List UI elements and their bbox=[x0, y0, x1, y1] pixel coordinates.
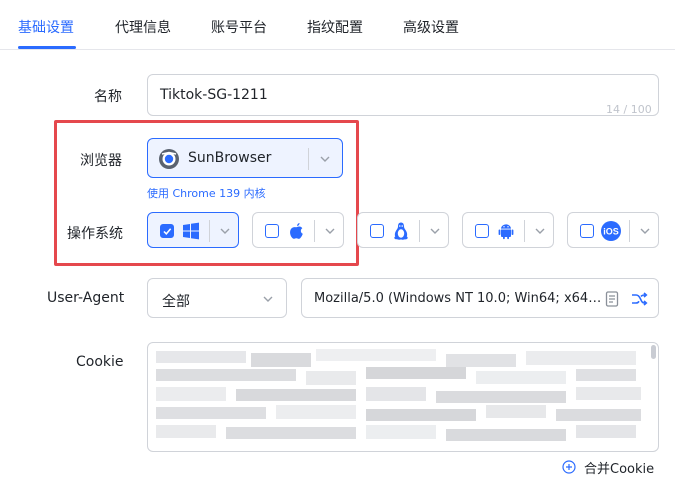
apple-icon bbox=[290, 223, 303, 239]
option-divider bbox=[629, 220, 630, 242]
name-input-value: Tiktok-SG-1211 bbox=[160, 87, 268, 103]
tab-advanced-settings[interactable]: 高级设置 bbox=[403, 17, 459, 37]
settings-tabs: 基础设置 代理信息 账号平台 指纹配置 高级设置 bbox=[0, 0, 675, 50]
option-divider bbox=[524, 220, 525, 242]
chevron-down-icon[interactable] bbox=[323, 224, 337, 238]
os-option-ios[interactable]: iOS bbox=[567, 212, 659, 248]
windows-icon bbox=[183, 222, 199, 240]
browser-select[interactable]: SunBrowser bbox=[147, 138, 343, 178]
windows-checkbox[interactable] bbox=[160, 224, 174, 238]
browser-label: 浏览器 bbox=[80, 153, 122, 169]
sunbrowser-logo-icon bbox=[159, 149, 179, 169]
os-label: 操作系统 bbox=[67, 226, 123, 242]
ios-icon-text: iOS bbox=[603, 226, 619, 236]
browser-kernel-hint: 使用 Chrome 139 内核 bbox=[147, 187, 266, 200]
select-divider bbox=[308, 148, 309, 170]
plus-circle-icon bbox=[562, 460, 576, 474]
tab-proxy-info[interactable]: 代理信息 bbox=[115, 17, 171, 37]
macos-checkbox[interactable] bbox=[265, 224, 279, 238]
option-divider bbox=[419, 220, 420, 242]
cookie-scrollbar[interactable] bbox=[651, 345, 656, 359]
blurred-cookie-content bbox=[156, 349, 641, 441]
os-option-windows[interactable] bbox=[147, 212, 239, 248]
tab-account-platform[interactable]: 账号平台 bbox=[211, 17, 267, 37]
shuffle-icon[interactable] bbox=[630, 290, 648, 308]
user-agent-input[interactable]: Mozilla/5.0 (Windows NT 10.0; Win64; x64… bbox=[301, 278, 659, 318]
active-tab-indicator bbox=[18, 46, 76, 49]
linux-checkbox[interactable] bbox=[370, 224, 384, 238]
android-icon bbox=[498, 224, 514, 240]
check-icon bbox=[162, 227, 171, 235]
option-divider bbox=[314, 220, 315, 242]
cookie-label: Cookie bbox=[76, 354, 124, 370]
cookie-textarea[interactable] bbox=[147, 342, 659, 452]
merge-cookie-label: 合并Cookie bbox=[584, 462, 655, 477]
name-char-counter: 14 / 100 bbox=[606, 103, 652, 116]
option-divider bbox=[209, 220, 210, 242]
user-agent-label: User-Agent bbox=[47, 290, 125, 306]
chevron-down-icon[interactable] bbox=[638, 224, 652, 238]
chevron-down-icon[interactable] bbox=[218, 224, 232, 238]
android-checkbox[interactable] bbox=[475, 224, 489, 238]
tab-fingerprint-config[interactable]: 指纹配置 bbox=[307, 17, 363, 37]
chevron-down-icon[interactable] bbox=[428, 224, 442, 238]
linux-icon bbox=[394, 222, 408, 240]
user-agent-filter-select[interactable]: 全部 bbox=[147, 278, 287, 318]
os-option-android[interactable] bbox=[462, 212, 554, 248]
os-option-linux[interactable] bbox=[357, 212, 449, 248]
user-agent-filter-value: 全部 bbox=[162, 294, 190, 310]
chevron-down-icon[interactable] bbox=[533, 224, 547, 238]
document-icon[interactable] bbox=[603, 290, 621, 308]
name-input[interactable]: Tiktok-SG-1211 bbox=[147, 74, 659, 116]
ios-checkbox[interactable] bbox=[580, 224, 594, 238]
user-agent-value: Mozilla/5.0 (Windows NT 10.0; Win64; x64… bbox=[314, 291, 604, 306]
name-label: 名称 bbox=[94, 89, 122, 105]
ios-icon: iOS bbox=[601, 221, 621, 241]
chevron-down-icon[interactable] bbox=[261, 292, 275, 306]
os-option-macos[interactable] bbox=[252, 212, 344, 248]
tab-basic-settings[interactable]: 基础设置 bbox=[18, 17, 74, 37]
chevron-down-icon[interactable] bbox=[318, 152, 332, 166]
browser-select-value: SunBrowser bbox=[188, 150, 272, 166]
